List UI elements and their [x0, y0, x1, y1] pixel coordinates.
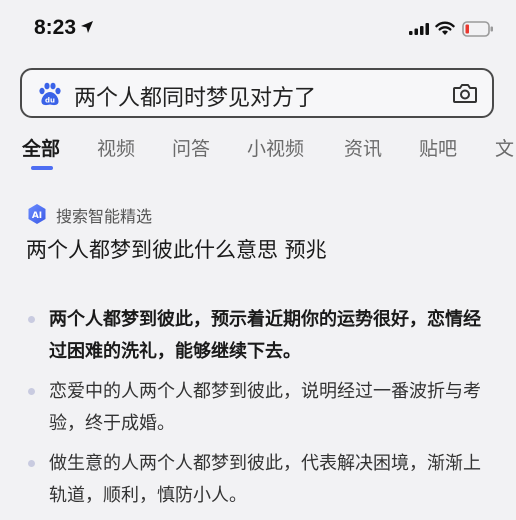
tab-tieba[interactable]: 贴吧: [419, 134, 457, 161]
camera-icon[interactable]: [452, 81, 478, 105]
result-title[interactable]: 两个人都梦到彼此什么意思 预兆: [26, 234, 327, 264]
baidu-paw-icon: du: [39, 82, 61, 106]
status-bar: 8:23: [0, 0, 516, 60]
wifi-icon: [435, 21, 455, 35]
status-time: 8:23: [34, 16, 77, 39]
ai-badge-text: AI: [32, 211, 42, 221]
bullet-dot: [28, 460, 35, 467]
list-item-text: 两个人都梦到彼此，预示着近期你的运势很好，恋情经过困难的洗礼，能够继续下去。: [49, 309, 481, 362]
battery-level: [465, 24, 469, 34]
battery-icon: [462, 21, 493, 37]
tab-qa[interactable]: 问答: [172, 134, 210, 161]
tab-wenku[interactable]: 文: [495, 134, 514, 161]
tab-video[interactable]: 视频: [97, 134, 135, 161]
tab-all[interactable]: 全部: [22, 134, 60, 161]
svg-text:du: du: [45, 97, 55, 105]
list-item-text: 做生意的人两个人都梦到彼此，代表解决困境，渐渐上轨道，顺利，慎防小人。: [49, 453, 481, 506]
ai-badge-icon: AI: [28, 204, 46, 224]
list-item-text: 恋爱中的人两个人都梦到彼此，说明经过一番波折与考验，终于成婚。: [49, 381, 481, 434]
bullet-dot: [28, 388, 35, 395]
location-arrow-icon: [81, 21, 93, 33]
list-item: 做生意的人两个人都梦到彼此，代表解决困境，渐渐上轨道，顺利，慎防小人。: [26, 448, 496, 512]
ai-source-label: 搜索智能精选: [56, 207, 153, 226]
tab-short-video[interactable]: 小视频: [247, 134, 304, 161]
list-item: 两个人都梦到彼此，预示着近期你的运势很好，恋情经过困难的洗礼，能够继续下去。: [26, 304, 496, 368]
search-input[interactable]: 两个人都同时梦见对方了: [74, 80, 316, 112]
answer-list: 两个人都梦到彼此，预示着近期你的运势很好，恋情经过困难的洗礼，能够继续下去。 恋…: [26, 304, 496, 520]
list-item: 恋爱中的人两个人都梦到彼此，说明经过一番波折与考验，终于成婚。: [26, 376, 496, 440]
search-bar[interactable]: du 两个人都同时梦见对方了: [20, 68, 494, 118]
active-tab-indicator: [31, 166, 53, 170]
tab-news[interactable]: 资讯: [344, 134, 382, 161]
tab-bar: 全部 视频 问答 小视频 资讯 贴吧 文: [0, 130, 516, 174]
bullet-dot: [28, 316, 35, 323]
cellular-signal-icon: [409, 23, 429, 35]
